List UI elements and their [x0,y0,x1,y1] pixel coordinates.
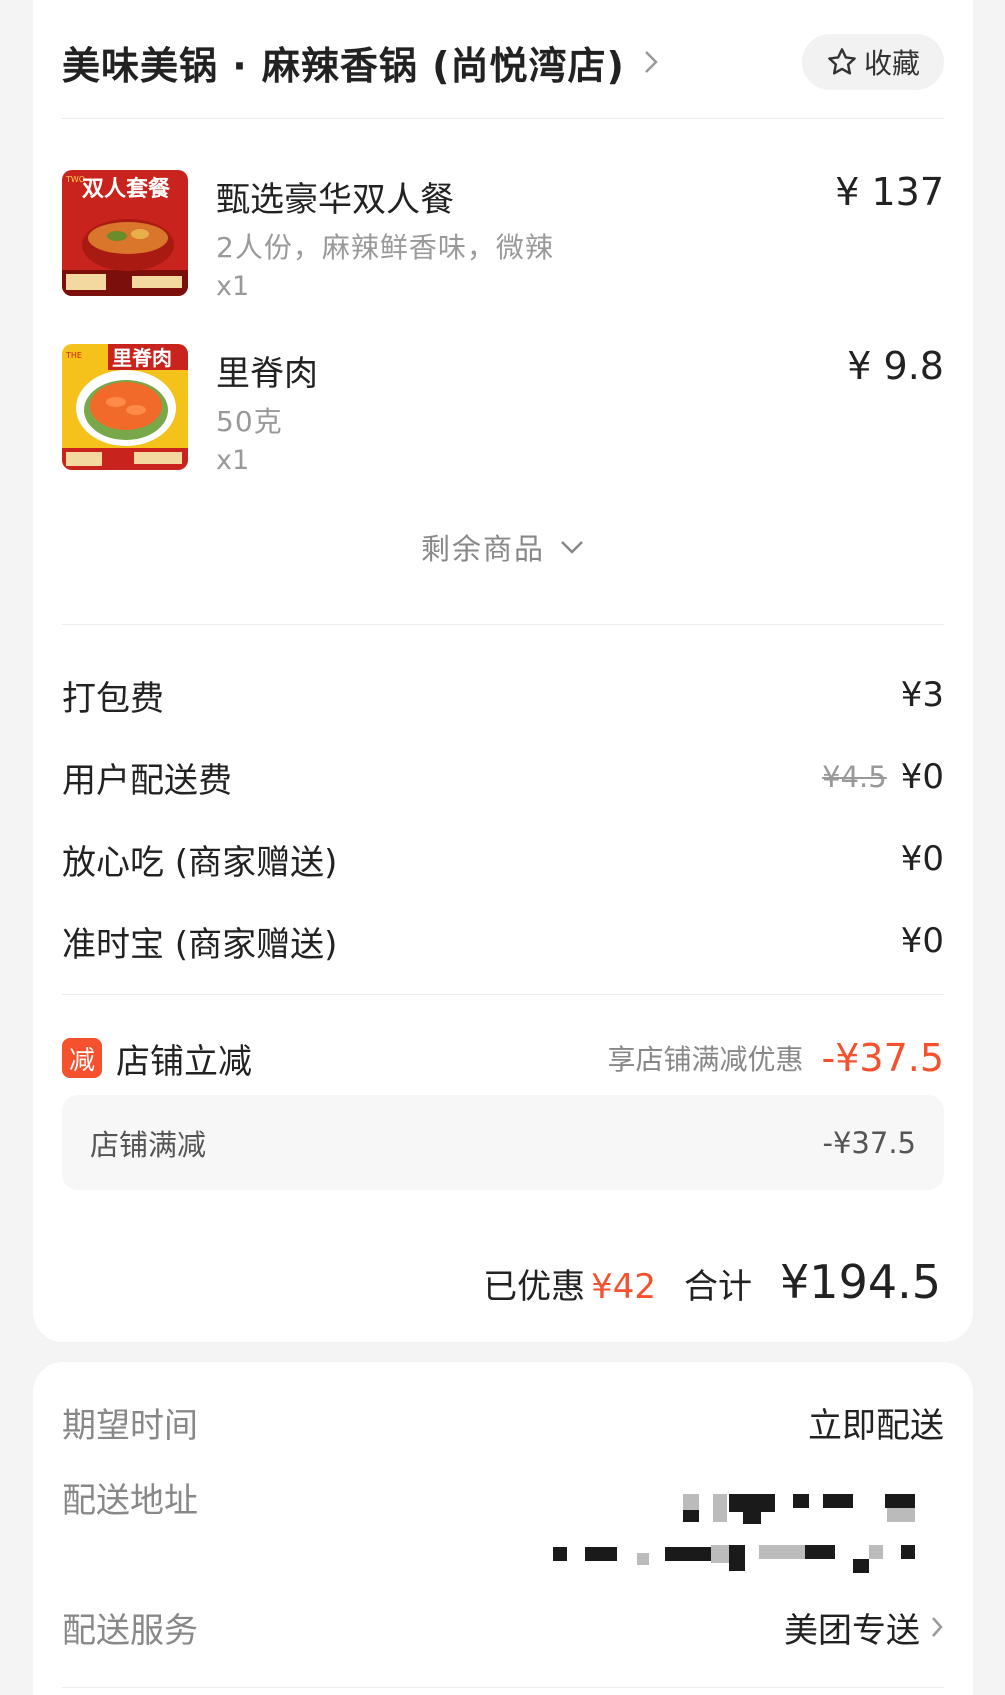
discount-label: 店铺立减 [116,1041,252,1082]
shop-discount-row[interactable]: 减 店铺立减 享店铺满减优惠 -¥37.5 [62,1030,944,1086]
chevron-down-icon [561,541,583,554]
more-items-label: 剩余商品 [420,532,545,566]
address-label: 配送地址 [62,1480,198,1521]
shop-header[interactable]: 美味美锅 · 麻辣香锅 (尚悦湾店) 收藏 [62,32,944,92]
divider [62,1687,944,1688]
item-quantity: x1 [216,445,250,476]
fee-label: 用户配送费 [62,760,232,801]
favorite-label: 收藏 [863,47,920,80]
item-image[interactable]: THE 里脊肉 [62,344,188,470]
discount-detail-amount: -¥37.5 [822,1125,917,1160]
fee-label: 打包费 [62,678,164,719]
saved-amount: ¥42 [591,1267,657,1307]
svg-text:THE: THE [65,351,82,360]
delivery-service-value: 美团专送 [784,1610,920,1651]
expected-time-label: 期望时间 [62,1405,198,1446]
order-item[interactable]: THE 里脊肉 里脊肉 50克 x1 ¥ 9.8 [62,344,944,484]
fee-row-packaging: 打包费 ¥3 [62,670,944,720]
order-card: 美味美锅 · 麻辣香锅 (尚悦湾店) 收藏 TWO 双人套餐 甄选豪华双人餐 2… [33,0,973,1342]
fee-label: 放心吃 (商家赠送) [62,842,338,883]
item-name: 里脊肉 [216,354,318,394]
more-items-toggle[interactable]: 剩余商品 [33,525,973,569]
fee-value: ¥0 [900,839,944,879]
discount-amount: -¥37.5 [821,1036,945,1080]
total-amount: ¥194.5 [780,1255,941,1309]
item-name: 甄选豪华双人餐 [216,180,454,220]
fee-value: ¥0 [900,921,944,961]
item-quantity: x1 [216,271,250,302]
saved-label: 已优惠 [483,1267,586,1307]
order-item[interactable]: TWO 双人套餐 甄选豪华双人餐 2人份，麻辣鲜香味，微辣 x1 ¥ 137 [62,170,944,310]
item-price: ¥ 137 [835,170,944,214]
fee-row-delivery: 用户配送费 ¥4.5 ¥0 [62,752,944,802]
delivery-card: 期望时间 立即配送 配送地址 配送服务 美团专送 [33,1362,973,1695]
fee-row-on-time: 准时宝 (商家赠送) ¥0 [62,916,944,966]
fee-label: 准时宝 (商家赠送) [62,924,338,965]
star-icon [828,48,856,75]
item-spec: 50克 [216,405,283,438]
fee-original-price: ¥4.5 [822,760,887,794]
divider [62,624,944,625]
discount-note: 享店铺满减优惠 [607,1043,804,1076]
discount-detail-label: 店铺满减 [90,1127,207,1162]
shop-name[interactable]: 美味美锅 · 麻辣香锅 (尚悦湾店) [62,35,625,90]
svg-text:双人套餐: 双人套餐 [82,176,171,202]
item-image[interactable]: TWO 双人套餐 [62,170,188,296]
expected-time-row[interactable]: 期望时间 立即配送 [62,1397,944,1447]
item-spec: 2人份，麻辣鲜香味，微辣 [216,231,554,264]
total-label: 合计 [684,1267,753,1307]
order-total: 已优惠 ¥42 合计 ¥194.5 [483,1255,941,1315]
discount-detail: 店铺满减 -¥37.5 [62,1095,944,1190]
divider [62,118,944,119]
item-price: ¥ 9.8 [847,344,944,388]
svg-text:里脊肉: 里脊肉 [112,346,172,370]
fee-row-safe-eat: 放心吃 (商家赠送) ¥0 [62,834,944,884]
chevron-right-icon [932,1617,943,1637]
delivery-service-label: 配送服务 [62,1610,198,1651]
delivery-service-row[interactable]: 配送服务 美团专送 [62,1602,944,1652]
fee-value: ¥3 [900,675,944,715]
expected-time-value: 立即配送 [808,1405,944,1446]
address-obscured[interactable] [553,1487,933,1587]
discount-badge: 减 [62,1038,102,1078]
fee-value: ¥0 [900,757,944,797]
chevron-right-icon[interactable] [643,47,659,77]
favorite-button[interactable]: 收藏 [802,34,944,90]
divider [62,994,944,995]
